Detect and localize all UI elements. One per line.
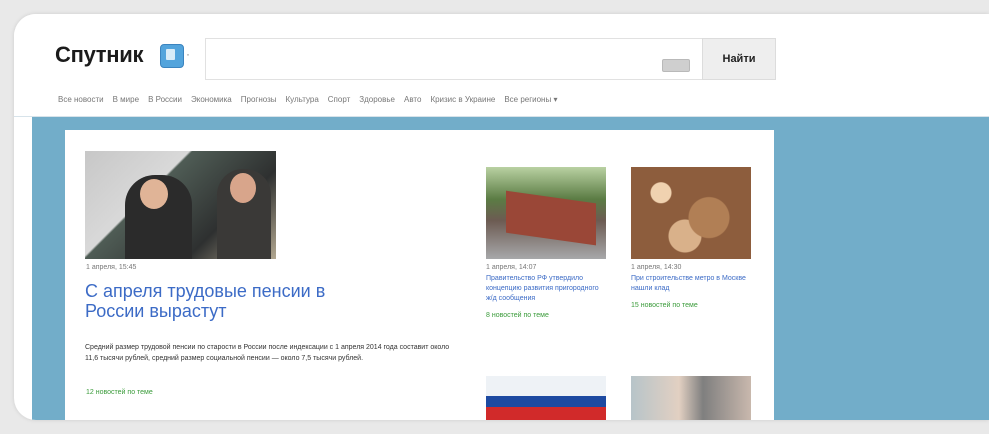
news-photo[interactable] [631, 376, 751, 420]
search-button[interactable]: Найти [702, 38, 776, 80]
face-shape [140, 179, 168, 209]
flag-image[interactable] [486, 376, 606, 420]
logo-text[interactable]: Спутник [55, 42, 143, 68]
card-date: 1 апреля, 14:07 [486, 264, 537, 271]
chevron-down-icon[interactable]: · [186, 47, 190, 61]
category-nav: Все новости В мире В России Экономика Пр… [58, 95, 557, 104]
card-image[interactable] [631, 167, 751, 259]
news-panel: 1 апреля, 15:45 С апреля трудовые пенсии… [65, 130, 774, 420]
search-input[interactable] [205, 38, 702, 80]
nav-item-regions[interactable]: Все регионы ▾ [504, 95, 557, 104]
card-title[interactable]: При строительстве метро в Москве нашли к… [631, 274, 751, 294]
news-card: 1 апреля, 14:07 Правительство РФ утверди… [486, 167, 606, 319]
main-story-image[interactable] [85, 151, 276, 259]
main-story-lead: Средний размер трудовой пенсии по старос… [85, 344, 450, 362]
card-related-link[interactable]: 8 новостей по теме [486, 312, 606, 319]
card-title[interactable]: Правительство РФ утвердило концепцию раз… [486, 274, 606, 304]
main-story-date: 1 апреля, 15:45 [86, 264, 137, 271]
keyboard-icon[interactable] [662, 59, 690, 72]
logo-icon[interactable] [160, 44, 184, 68]
card-related-link[interactable]: 15 новостей по теме [631, 302, 751, 309]
nav-item-sport[interactable]: Спорт [328, 95, 351, 104]
nav-item-auto[interactable]: Авто [404, 95, 421, 104]
header: Спутник · Найти Все новости В мире В Рос… [14, 14, 989, 117]
main-story-title[interactable]: С апреля трудовые пенсии в России выраст… [85, 281, 385, 321]
card-image[interactable] [486, 167, 606, 259]
nav-item-ukraine[interactable]: Кризис в Украине [430, 95, 495, 104]
news-card: 1 апреля, 14:30 При строительстве метро … [631, 167, 751, 309]
nav-item-culture[interactable]: Культура [286, 95, 319, 104]
browser-frame: Спутник · Найти Все новости В мире В Рос… [14, 14, 989, 420]
nav-item-health[interactable]: Здоровье [359, 95, 395, 104]
card-date: 1 апреля, 14:30 [631, 264, 682, 271]
nav-item-economy[interactable]: Экономика [191, 95, 232, 104]
main-story-related-link[interactable]: 12 новостей по теме [86, 389, 153, 396]
nav-item-world[interactable]: В мире [113, 95, 139, 104]
nav-item-forecasts[interactable]: Прогнозы [241, 95, 277, 104]
face-shape [230, 173, 256, 203]
nav-item-russia[interactable]: В России [148, 95, 182, 104]
nav-item-all-news[interactable]: Все новости [58, 95, 104, 104]
